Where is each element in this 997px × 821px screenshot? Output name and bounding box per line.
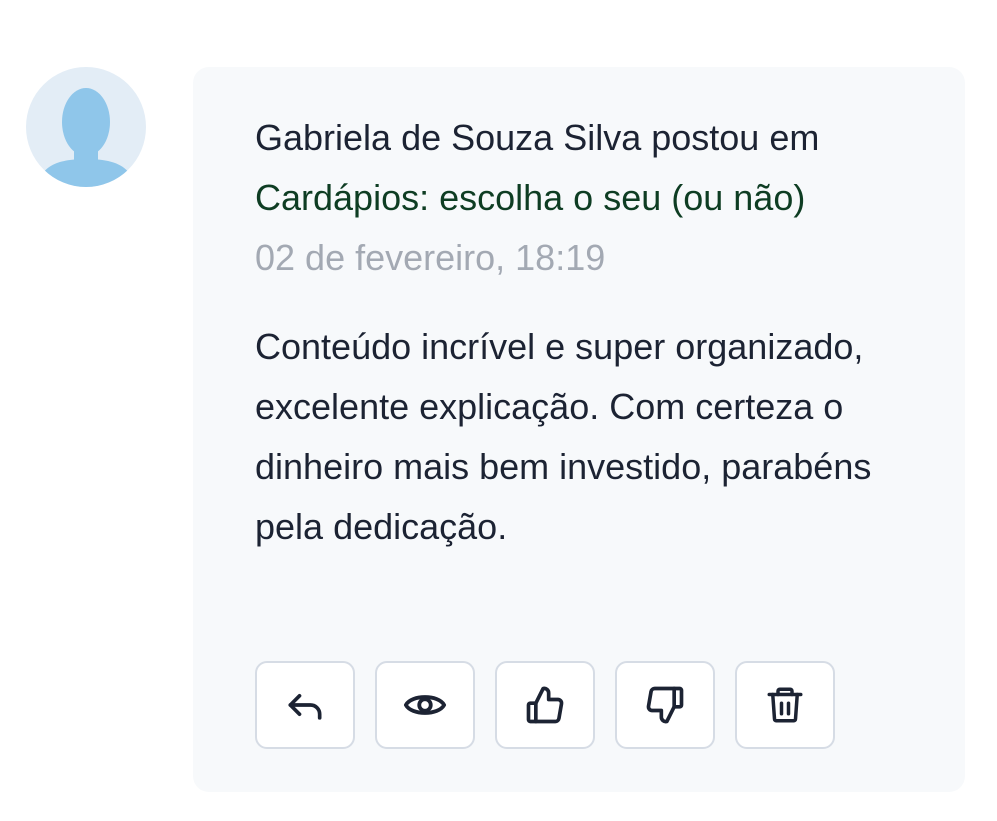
comment-body: Conteúdo incrível e super organizado, ex… [255, 326, 872, 547]
user-silhouette-icon [38, 88, 134, 187]
avatar [26, 67, 146, 187]
view-button[interactable] [375, 661, 475, 749]
thumbs-down-icon [646, 686, 684, 724]
trash-icon [767, 687, 803, 723]
comment-page: Gabriela de Souza Silva postou em Cardáp… [0, 0, 997, 821]
comment-card: Gabriela de Souza Silva postou em Cardáp… [193, 67, 965, 792]
thumbs-up-icon [526, 686, 564, 724]
reply-icon [288, 694, 322, 720]
timestamp: 02 de fevereiro, 18:19 [255, 237, 606, 278]
topic-link[interactable]: Cardápios: escolha o seu (ou não) [255, 176, 805, 220]
like-button[interactable] [495, 661, 595, 749]
delete-button[interactable] [735, 661, 835, 749]
dislike-button[interactable] [615, 661, 715, 749]
eye-icon [403, 695, 447, 715]
author-line: Gabriela de Souza Silva postou em [255, 117, 820, 158]
action-bar [255, 661, 835, 749]
reply-button[interactable] [255, 661, 355, 749]
